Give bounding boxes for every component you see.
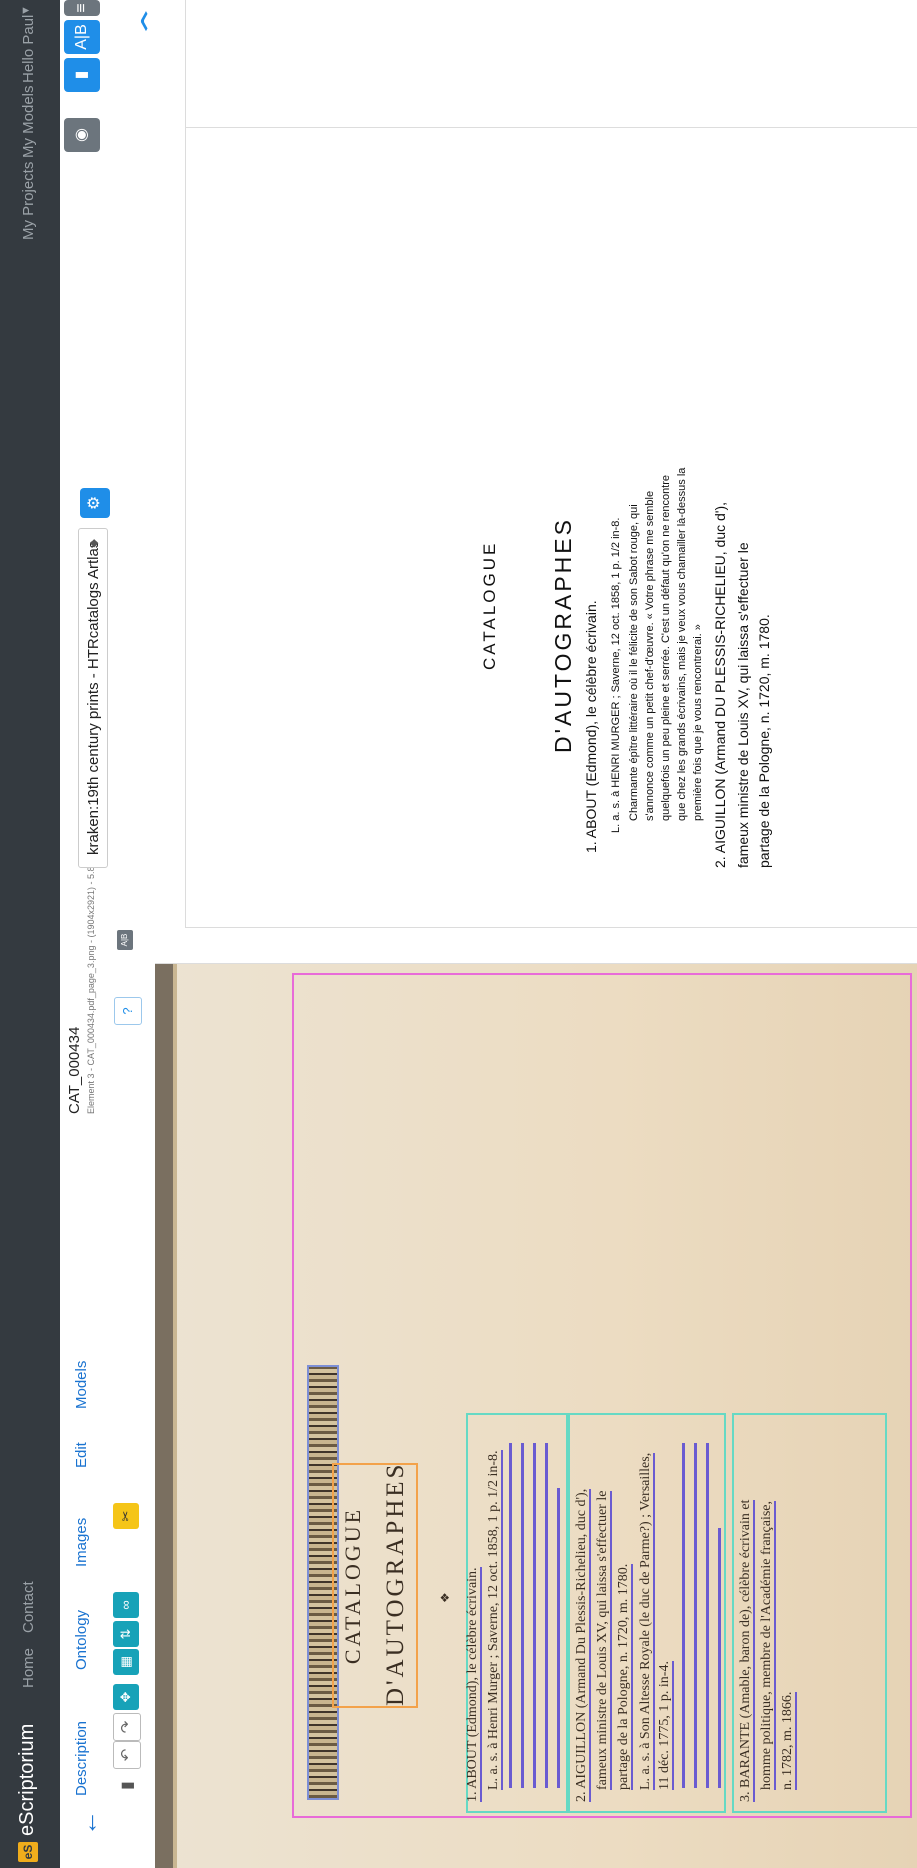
transcription-divider [185,127,917,128]
baseline[interactable] [509,1443,512,1788]
baseline[interactable] [533,1443,536,1788]
scan-line[interactable]: 3. BARANTE (Amable, baron de), célèbre é… [738,1499,755,1802]
brand-name[interactable]: eScriptorium [16,1724,39,1836]
tab-edit[interactable]: Edit [73,1442,90,1468]
bar-chart-icon[interactable]: ▮ [64,58,100,92]
redo-icon[interactable]: ↷ [113,1713,141,1741]
transcription-line[interactable]: partage de la Pologne, n. 1720, m. 1780. [756,614,772,868]
undo-icon[interactable]: ↶ [113,1741,141,1769]
nav-user-menu[interactable]: Hello Paul [20,15,37,83]
reorder-icon[interactable]: ⇅ [113,1621,139,1647]
scan-binding-edge [155,964,173,1868]
scan-line[interactable]: 2. AIGUILLON (Armand Du Plessis-Richelie… [574,1488,591,1802]
eye-icon[interactable]: ◉ [64,118,100,152]
transcription-line[interactable]: première fois que je vous rencontrerai. … [692,624,704,821]
baseline[interactable] [718,1528,721,1788]
transcription-catalogue[interactable]: CATALOGUE [480,541,500,670]
model-select[interactable]: kraken:19th century prints - HTRcatalogs… [78,528,108,868]
baseline[interactable] [694,1443,697,1788]
scan-line[interactable]: n. 1782, m. 1866. [780,1691,797,1790]
transcription-line[interactable]: quelquefois un peu pleine et serrée. C'e… [660,475,672,821]
baseline[interactable] [557,1488,560,1788]
tab-ontology[interactable]: Ontology [73,1610,90,1670]
scissors-icon[interactable]: ✂ [113,1503,139,1529]
document-title: CAT_000434 [66,1026,83,1114]
transcription-autographes[interactable]: D'AUTOGRAPHES [550,517,577,753]
tab-description[interactable]: Description [73,1721,90,1796]
scan-line[interactable]: homme politique, membre de l'Académie fr… [759,1500,776,1790]
scan-line[interactable]: L. a. s. à Henri Murger ; Saverne, 12 oc… [486,1450,503,1790]
scan-page-edge [173,964,177,1868]
baseline[interactable] [521,1443,524,1788]
help-button[interactable]: ? [114,997,142,1025]
scan-line[interactable]: L. a. s. à Son Altesse Royale (le duc de… [638,1452,655,1790]
scan-autographes: D'AUTOGRAPHES [382,1461,409,1706]
top-navbar: eS eScriptorium Home Contact My Projects… [0,0,60,1868]
transcription-line[interactable]: s'annonce comme un petit chef-d'œuvre. «… [644,491,656,821]
gear-icon[interactable]: ⚙ [80,488,110,518]
scan-line[interactable]: 1. ABOUT (Edmond), le célèbre écrivain. [465,1567,482,1802]
app-root: eS eScriptorium Home Contact My Projects… [0,0,917,1868]
ab-icon[interactable]: A|B [64,20,100,54]
nav-home[interactable]: Home [20,1648,37,1688]
scan-fleuron: ❖ [438,1592,452,1603]
transcription-line[interactable]: fameux ministre de Louis XV, qui laissa … [735,542,751,868]
baseline[interactable] [545,1443,548,1788]
baseline[interactable] [706,1443,709,1788]
nav-contact[interactable]: Contact [20,1581,37,1633]
region-entry-3[interactable] [732,1413,887,1813]
document-subtitle: Element 3 - CAT_000434.pdf_page_3.png - … [86,847,96,1114]
baseline[interactable] [682,1443,685,1788]
transcription-panel[interactable] [185,0,917,928]
tab-images[interactable]: Images [73,1518,90,1567]
transcription-line[interactable]: Charmante épître littéraire où il le fél… [628,504,640,821]
transcription-line[interactable]: que chez les grands écrivains, mais je v… [676,468,688,821]
brand-logo[interactable]: eS [18,1842,38,1862]
bar-chart-icon[interactable]: ▮ [117,1781,137,1790]
nav-my-models[interactable]: My Models [20,85,37,158]
user-caret-icon[interactable]: ▼ [20,5,32,16]
scan-catalogue: CATALOGUE [340,1506,365,1665]
link-icon[interactable]: ∞ [113,1592,139,1618]
tab-models[interactable]: Models [73,1361,90,1409]
scan-line[interactable]: fameux ministre de Louis XV, qui laissa … [595,1490,612,1790]
menu-icon[interactable]: ≡ [64,0,100,16]
arrow-left-icon[interactable]: ← [73,1810,104,1836]
nav-my-projects[interactable]: My Projects [20,162,37,240]
ab-icon[interactable]: A|B [117,930,133,950]
chevron-up-icon[interactable]: ⌃ [136,1,167,40]
title-region[interactable]: CATALOGUE D'AUTOGRAPHES [332,1461,418,1708]
transcription-line[interactable]: 1. ABOUT (Edmond), le célèbre écrivain. [583,600,599,853]
grid-icon[interactable]: ▦ [113,1649,139,1675]
transcription-line[interactable]: 2. AIGUILLON (Armand DU PLESSIS-RICHELIE… [712,502,728,868]
select-arrows-icon: ◆ [88,539,100,548]
scan-line[interactable]: 11 déc. 1775, 1 p. in-4. [657,1661,674,1790]
scan-panel[interactable]: CATALOGUE D'AUTOGRAPHES ❖ 1. ABOUT (Edmo… [155,963,917,1868]
scan-line[interactable]: partage de la Pologne, n. 1720, m. 1780. [616,1563,633,1790]
segment-tools-icon[interactable]: ✥ [113,1684,139,1710]
transcription-line[interactable]: L. a. s. à HENRI MURGER ; Saverne, 12 oc… [610,518,622,833]
model-select-value: kraken:19th century prints - HTRcatalogs… [85,540,102,855]
